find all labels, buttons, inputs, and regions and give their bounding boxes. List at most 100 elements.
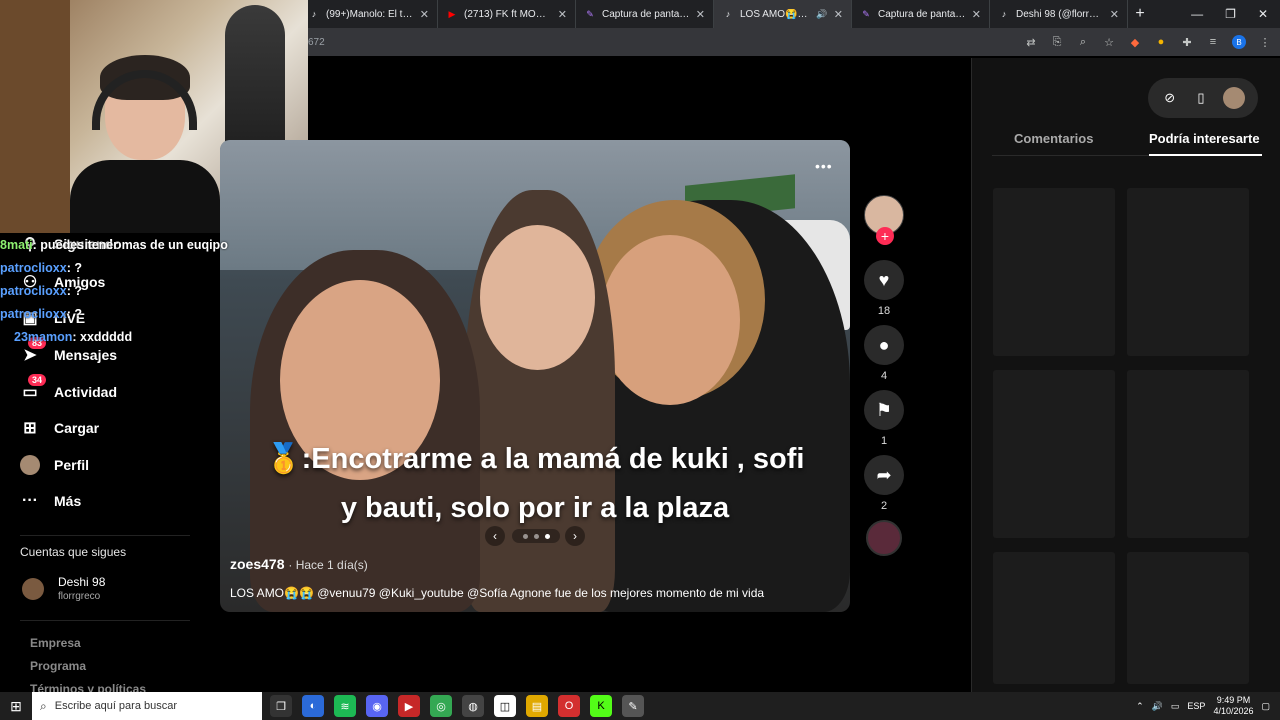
install-icon[interactable]: ⎘ <box>1050 35 1064 49</box>
task-view-icon[interactable]: ❐ <box>270 695 292 717</box>
compass-icon[interactable]: ⊘ <box>1161 89 1179 107</box>
taskbar: ⊞ ⌕ Escribe aquí para buscar ❐ ◐ ≋ ◉ ▶ ◎… <box>0 692 1280 720</box>
language-indicator[interactable]: ESP <box>1187 701 1205 711</box>
suggested-video-placeholder[interactable] <box>1127 188 1249 356</box>
footer-link-programa[interactable]: Programa <box>30 659 86 673</box>
video-author[interactable]: zoes478 · Hace 1 día(s) <box>230 556 368 572</box>
close-icon[interactable]: ✕ <box>420 8 429 21</box>
extension-fox-icon[interactable]: ◆ <box>1128 35 1142 49</box>
network-icon[interactable]: ▭ <box>1171 701 1180 712</box>
close-icon[interactable]: ✕ <box>696 8 705 21</box>
chrome-icon[interactable]: ◎ <box>430 695 452 717</box>
snip-icon: ✎ <box>862 8 870 19</box>
suggested-video-placeholder[interactable] <box>993 552 1115 684</box>
bookmark-star-icon[interactable]: ☆ <box>1102 35 1116 49</box>
slide-dot-active[interactable] <box>544 533 550 539</box>
copilot-icon[interactable]: ◐ <box>302 695 324 717</box>
browser-tab[interactable]: ▶ (2713) FK ft MORE - FANT ✕ <box>438 0 576 28</box>
system-tray: ⌃ 🔊 ▭ ESP 9:49 PM 4/10/2026 ▢ <box>1136 695 1280 717</box>
chat-message: 8mati: puedes tener mas de un euqipo <box>0 238 228 252</box>
right-panel: ⊘ ▯ Comentarios Podría interesarte <box>971 58 1280 692</box>
avatar[interactable] <box>1223 87 1246 109</box>
tiktok-icon: ♪ <box>311 9 317 19</box>
music-disc-icon[interactable] <box>866 520 902 556</box>
video-more-icon[interactable]: ••• <box>815 158 833 174</box>
more-icon: ··· <box>22 492 38 509</box>
video-app-icon[interactable]: ▶ <box>398 695 420 717</box>
phone-icon[interactable]: ▯ <box>1192 89 1210 107</box>
avatar <box>22 577 44 600</box>
chevron-up-icon[interactable]: ⌃ <box>1136 701 1144 712</box>
opera-icon[interactable]: O <box>558 695 580 717</box>
profile-icon <box>20 455 40 475</box>
close-icon[interactable]: ✕ <box>972 8 981 21</box>
footer-link-empresa[interactable]: Empresa <box>30 636 81 650</box>
extensions-puzzle-icon[interactable]: ✚ <box>1180 35 1194 49</box>
video-player[interactable]: ••• 🥇:Encotrarme a la mamá de kuki , sof… <box>220 140 850 612</box>
url-text[interactable]: 672 <box>308 37 1008 48</box>
tab-suggested[interactable]: Podría interesarte <box>1149 131 1260 146</box>
profile-avatar[interactable]: B <box>1232 35 1246 49</box>
extension-color-icon[interactable]: ● <box>1154 35 1168 49</box>
activity-icon: ▭ 34 <box>20 374 47 402</box>
browser-tab[interactable]: ♪ (99+)Manolo: El tatuaje y ✕ <box>300 0 438 28</box>
suggested-video-placeholder[interactable] <box>993 188 1115 356</box>
chevron-right-icon[interactable]: › <box>565 526 585 546</box>
comment-count: 4 <box>880 370 888 382</box>
discord-icon[interactable]: ◉ <box>366 695 388 717</box>
speaker-icon[interactable]: 🔊 <box>816 8 828 20</box>
nav-item-profile[interactable]: Perfil <box>20 455 89 475</box>
browser-tab[interactable]: ♪ Deshi 98 (@florrgreco) | T ✕ <box>990 0 1128 28</box>
translate-icon[interactable]: ⇄ <box>1024 35 1038 49</box>
address-bar[interactable]: 672 ⇄ ⎘ ⌕ ☆ ◆ ● ✚ ≡ B ⋮ <box>300 28 1280 56</box>
spotify-icon[interactable]: ≋ <box>334 695 356 717</box>
close-icon[interactable]: ✕ <box>558 8 567 21</box>
bookmark-icon[interactable]: ⚑ <box>864 390 904 430</box>
close-icon[interactable]: ✕ <box>834 8 843 21</box>
obs-icon[interactable]: ◍ <box>462 695 484 717</box>
nav-item-upload[interactable]: ⊞ Cargar <box>20 418 99 438</box>
slide-dot[interactable] <box>522 533 528 539</box>
stream-chat-overlay: 8mati: puedes tener mas de un euqipo pat… <box>0 234 230 349</box>
upload-icon: ⊞ <box>23 420 37 437</box>
windows-start-icon[interactable]: ⊞ <box>0 692 32 720</box>
comment-icon[interactable]: ● <box>864 325 904 365</box>
taskbar-search[interactable]: ⌕ Escribe aquí para buscar <box>32 692 262 720</box>
slide-dot[interactable] <box>533 533 539 539</box>
kick-icon[interactable]: K <box>590 695 612 717</box>
close-window-icon[interactable]: ✕ <box>1258 7 1268 21</box>
nav-item-activity[interactable]: ▭ 34 Actividad <box>20 374 117 402</box>
suggested-video-placeholder[interactable] <box>1127 370 1249 538</box>
tiktok-icon: ♪ <box>1001 9 1007 19</box>
share-arrow-icon[interactable]: ➦ <box>864 455 904 495</box>
following-account[interactable]: Deshi 98 florrgreco <box>22 575 105 602</box>
new-tab-icon[interactable]: + <box>1128 5 1152 23</box>
snip-app-icon[interactable]: ✎ <box>622 695 644 717</box>
divider <box>20 620 190 621</box>
browser-tab-active[interactable]: ♪ LOS AMO😭😭 @ve 🔊 ✕ <box>714 0 852 28</box>
chevron-left-icon[interactable]: ‹ <box>485 526 505 546</box>
clock[interactable]: 9:49 PM 4/10/2026 <box>1213 695 1253 717</box>
follow-plus-icon[interactable]: + <box>876 227 894 245</box>
browser-tab[interactable]: ✎ Captura de pantalla por L ✕ <box>852 0 990 28</box>
browser-tab[interactable]: ✎ Captura de pantalla por L ✕ <box>576 0 714 28</box>
suggested-video-placeholder[interactable] <box>993 370 1115 538</box>
active-tab-underline <box>1149 154 1262 156</box>
nav-item-more[interactable]: ··· Más <box>20 491 81 511</box>
capcut-icon[interactable]: ◫ <box>494 695 516 717</box>
zoom-icon[interactable]: ⌕ <box>1076 35 1090 49</box>
webcam-streamer <box>70 50 220 233</box>
media-control-icon[interactable]: ≡ <box>1206 35 1220 49</box>
menu-kebab-icon[interactable]: ⋮ <box>1258 35 1272 49</box>
suggested-video-placeholder[interactable] <box>1127 552 1249 684</box>
minimize-icon[interactable]: — <box>1191 7 1203 21</box>
top-right-icon-bar: ⊘ ▯ <box>1148 78 1258 118</box>
restore-icon[interactable]: ❐ <box>1225 7 1236 21</box>
volume-icon[interactable]: 🔊 <box>1152 701 1163 712</box>
tab-comments[interactable]: Comentarios <box>1014 131 1093 146</box>
close-icon[interactable]: ✕ <box>1110 8 1119 21</box>
notifications-icon[interactable]: ▢ <box>1261 701 1270 712</box>
folder-icon[interactable]: ▤ <box>526 695 548 717</box>
following-title: Cuentas que sigues <box>20 545 127 559</box>
like-heart-icon[interactable]: ♥ <box>864 260 904 300</box>
